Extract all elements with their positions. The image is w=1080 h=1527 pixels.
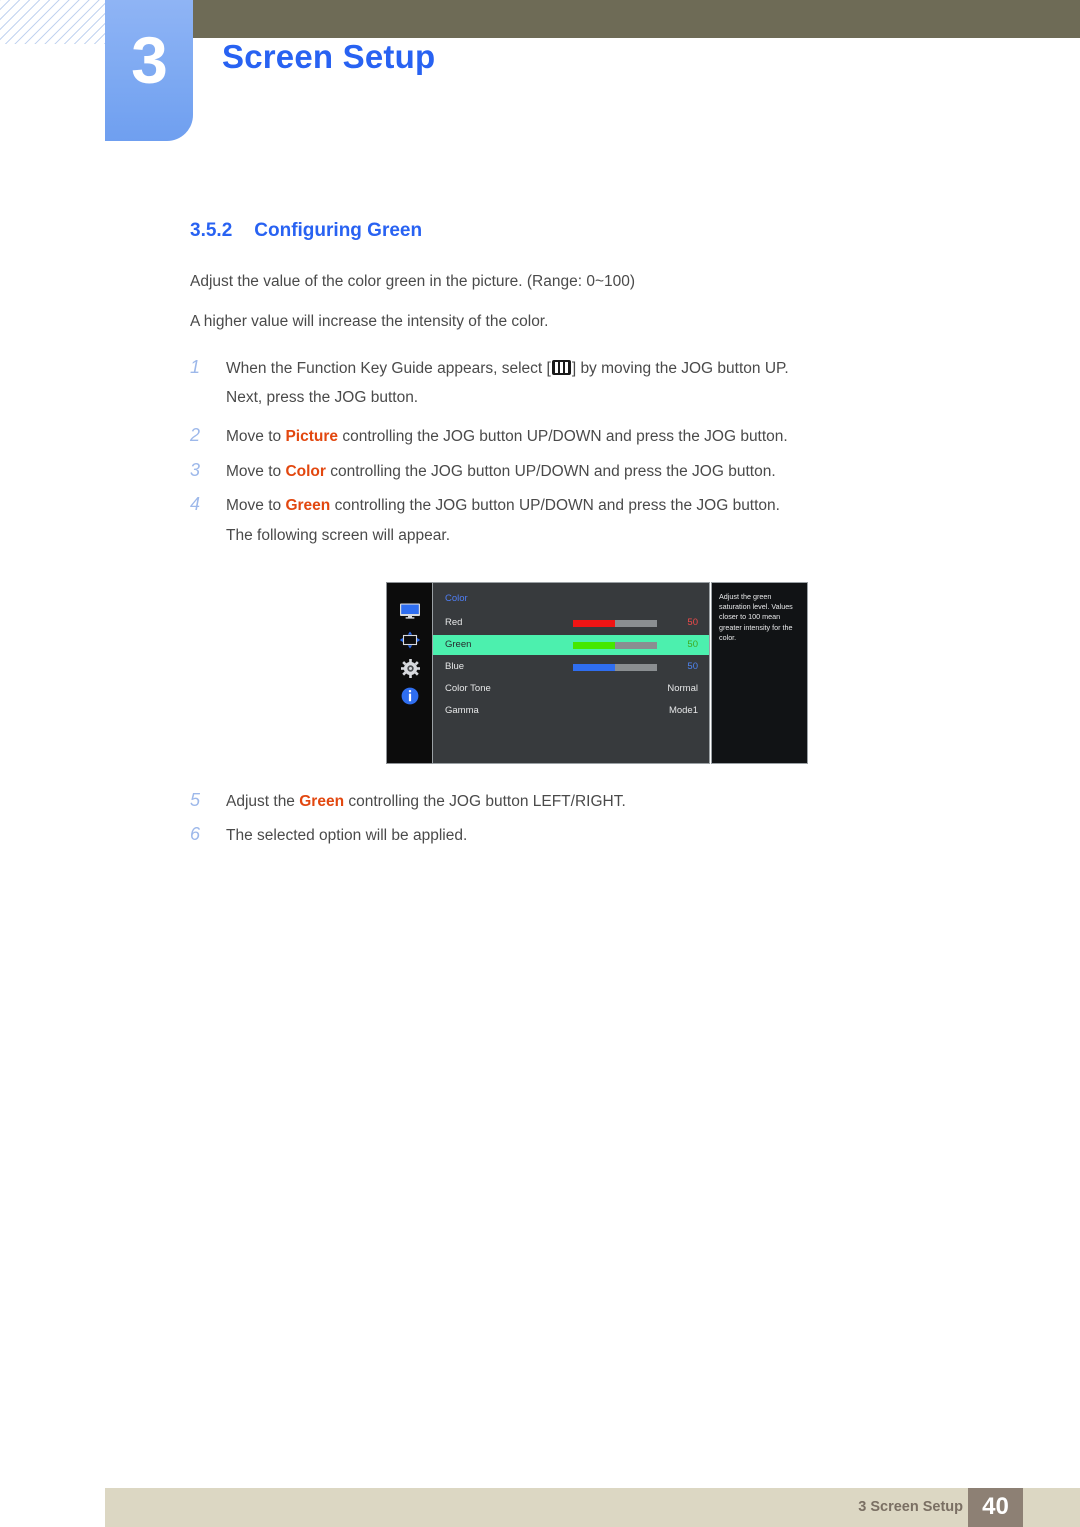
step-3-highlight: Color xyxy=(285,463,326,480)
osd-row-red-value: 50 xyxy=(687,617,698,628)
step-5-text-after: controlling the JOG button LEFT/RIGHT. xyxy=(344,793,626,810)
step-5-text-before: Adjust the xyxy=(226,793,300,810)
step-2-text-before: Move to xyxy=(226,428,286,445)
osd-help-text: Adjust the green saturation level. Value… xyxy=(719,592,793,642)
step-2-text-after: controlling the JOG button UP/DOWN and p… xyxy=(338,428,788,445)
section-number: 3.5.2 xyxy=(190,220,233,241)
intro-line-1: Adjust the value of the color green in t… xyxy=(190,273,636,290)
step-6: 6 The selected option will be applied. xyxy=(190,824,467,845)
step-1-text-after: ] by moving the JOG button UP. xyxy=(571,360,789,377)
section-title: Configuring Green xyxy=(254,220,423,241)
osd-row-gamma-label: Gamma xyxy=(445,705,479,716)
osd-row-green[interactable]: Green 50 xyxy=(433,635,709,655)
system-gear-icon[interactable] xyxy=(387,659,433,683)
hatch-decoration xyxy=(0,0,105,44)
step-1-continuation: Next, press the JOG button. xyxy=(226,389,419,406)
osd-menu-title: Color xyxy=(445,593,468,604)
step-4-text-after: controlling the JOG button UP/DOWN and p… xyxy=(330,497,780,514)
step-2: 2 Move to Picture controlling the JOG but… xyxy=(190,425,788,446)
osd-help-panel: Adjust the green saturation level. Value… xyxy=(711,582,808,764)
osd-row-red-label: Red xyxy=(445,617,463,628)
intro-line-2: A higher value will increase the intensi… xyxy=(190,313,549,330)
step-6-index: 6 xyxy=(190,824,201,844)
step-1: 1 When the Function Key Guide appears, se… xyxy=(190,357,789,378)
step-3-index: 3 xyxy=(190,460,201,480)
osd-row-blue-label: Blue xyxy=(445,661,465,672)
page-header: 3 Screen Setup xyxy=(0,0,1080,160)
section-heading: 3.5.2 Configuring Green xyxy=(190,220,422,242)
osd-row-color-tone-value: Normal xyxy=(667,683,698,694)
step-3: 3 Move to Color controlling the JOG butto… xyxy=(190,460,776,481)
step-1-index: 1 xyxy=(190,357,201,377)
step-2-index: 2 xyxy=(190,425,201,445)
header-olive-bar xyxy=(193,0,1080,38)
footer-chapter-label: 3 Screen Setup xyxy=(858,1499,963,1515)
step-4-continuation: The following screen will appear. xyxy=(226,527,451,544)
osd-row-color-tone[interactable]: Color Tone Normal xyxy=(433,679,709,699)
osd-row-green-value: 50 xyxy=(687,639,698,650)
step-6-text: The selected option will be applied. xyxy=(226,827,468,844)
chapter-title: Screen Setup xyxy=(222,38,436,75)
osd-row-red[interactable]: Red 50 xyxy=(433,613,709,633)
osd-row-gamma-value: Mode1 xyxy=(668,705,698,716)
osd-row-green-slider[interactable] xyxy=(573,642,657,649)
page-number: 40 xyxy=(982,1493,1009,1520)
chapter-number-badge: 3 xyxy=(105,0,193,141)
osd-main-panel: Color Red 50 Green 50 Blue 50 Color Tone… xyxy=(432,582,710,764)
step-4-text-before: Move to xyxy=(226,497,286,514)
menu-bars-icon xyxy=(551,360,571,375)
picture-monitor-icon[interactable] xyxy=(387,603,433,624)
step-4: 4 Move to Green controlling the JOG butto… xyxy=(190,494,780,515)
osd-row-red-slider[interactable] xyxy=(573,620,657,627)
step-4-highlight: Green xyxy=(285,497,331,514)
osd-row-green-label: Green xyxy=(445,639,472,650)
step-5: 5 Adjust the Green controlling the JOG bu… xyxy=(190,790,626,811)
osd-row-blue-value: 50 xyxy=(687,661,698,672)
step-3-text-before: Move to xyxy=(226,463,286,480)
picture-position-icon[interactable] xyxy=(387,631,433,654)
osd-row-gamma[interactable]: Gamma Mode1 xyxy=(433,701,709,721)
step-5-highlight: Green xyxy=(299,793,345,810)
osd-row-color-tone-label: Color Tone xyxy=(445,683,491,694)
step-1-text-before: When the Function Key Guide appears, sel… xyxy=(226,360,551,377)
osd-row-blue-slider[interactable] xyxy=(573,664,657,671)
osd-icon-rail xyxy=(386,582,434,764)
information-icon[interactable] xyxy=(387,687,433,710)
step-5-index: 5 xyxy=(190,790,201,810)
step-2-highlight: Picture xyxy=(285,428,339,445)
osd-screenshot: Color Red 50 Green 50 Blue 50 Color Tone… xyxy=(382,577,810,769)
step-4-index: 4 xyxy=(190,494,201,514)
osd-row-blue[interactable]: Blue 50 xyxy=(433,657,709,677)
step-3-text-after: controlling the JOG button UP/DOWN and p… xyxy=(325,463,776,480)
